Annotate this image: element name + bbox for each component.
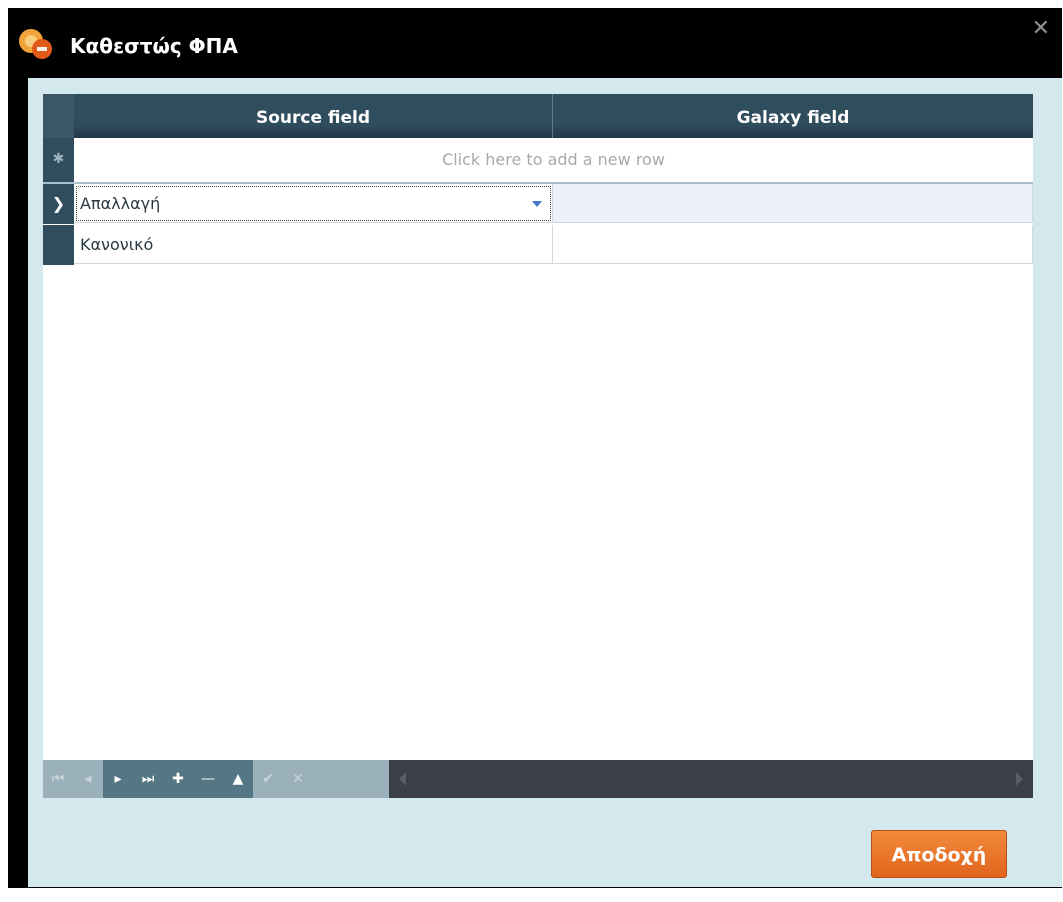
dialog-body: Source field Galaxy field ✱ Click here t… (28, 78, 1062, 887)
close-icon[interactable]: ✕ (1032, 16, 1050, 41)
table-row[interactable]: Κανονικό (43, 225, 1033, 265)
horizontal-scrollbar[interactable] (389, 760, 1033, 798)
grid-header: Source field Galaxy field (43, 94, 1033, 138)
last-record-icon[interactable]: ⏭ (133, 760, 163, 798)
new-row-placeholder[interactable]: Click here to add a new row (74, 138, 1033, 182)
delete-record-icon[interactable]: — (193, 760, 223, 798)
accept-button[interactable]: Αποδοχή (871, 830, 1007, 878)
title-bar: Καθεστώς ΦΠΑ ✕ (8, 8, 1062, 78)
scroll-right-icon[interactable] (1016, 772, 1023, 786)
add-record-icon[interactable]: ✚ (163, 760, 193, 798)
post-edit-icon[interactable]: ✔ (253, 760, 283, 798)
dialog-window: Καθεστώς ΦΠΑ ✕ Source field Galaxy field… (8, 8, 1062, 888)
edit-record-icon[interactable]: ▲ (223, 760, 253, 798)
first-record-icon[interactable]: ⏮ (43, 760, 73, 798)
next-record-icon[interactable]: ▸ (103, 760, 133, 798)
galaxy-field-cell[interactable] (553, 225, 1033, 264)
header-gutter (43, 94, 75, 138)
dropdown-arrow-icon[interactable] (532, 201, 542, 207)
new-row[interactable]: ✱ Click here to add a new row (43, 138, 1033, 184)
window-title: Καθεστώς ΦΠΑ (70, 34, 238, 58)
source-field-value: Κανονικό (80, 235, 154, 254)
row-indicator-icon: ❯ (43, 184, 74, 224)
row-gutter (43, 225, 74, 265)
column-header-source-field[interactable]: Source field (74, 94, 553, 138)
app-logo-icon (19, 29, 52, 59)
scroll-left-icon[interactable] (399, 772, 406, 786)
cancel-edit-icon[interactable]: ✕ (283, 760, 313, 798)
source-field-value: Απαλλαγή (80, 194, 161, 213)
mapping-grid: Source field Galaxy field ✱ Click here t… (43, 94, 1033, 798)
prev-record-icon[interactable]: ◂ (73, 760, 103, 798)
table-row[interactable]: ❯ Απαλλαγή (43, 184, 1033, 224)
galaxy-field-cell[interactable] (553, 184, 1033, 223)
grid-navigator: ⏮ ◂ ▸ ⏭ ✚ — ▲ ✔ ✕ (43, 760, 1033, 798)
source-field-cell[interactable]: Κανονικό (74, 225, 553, 264)
column-header-galaxy-field[interactable]: Galaxy field (553, 94, 1033, 138)
new-row-icon: ✱ (43, 138, 74, 182)
navigator-buttons: ⏮ ◂ ▸ ⏭ ✚ — ▲ ✔ ✕ (43, 760, 389, 798)
source-field-cell[interactable]: Απαλλαγή (74, 184, 553, 223)
